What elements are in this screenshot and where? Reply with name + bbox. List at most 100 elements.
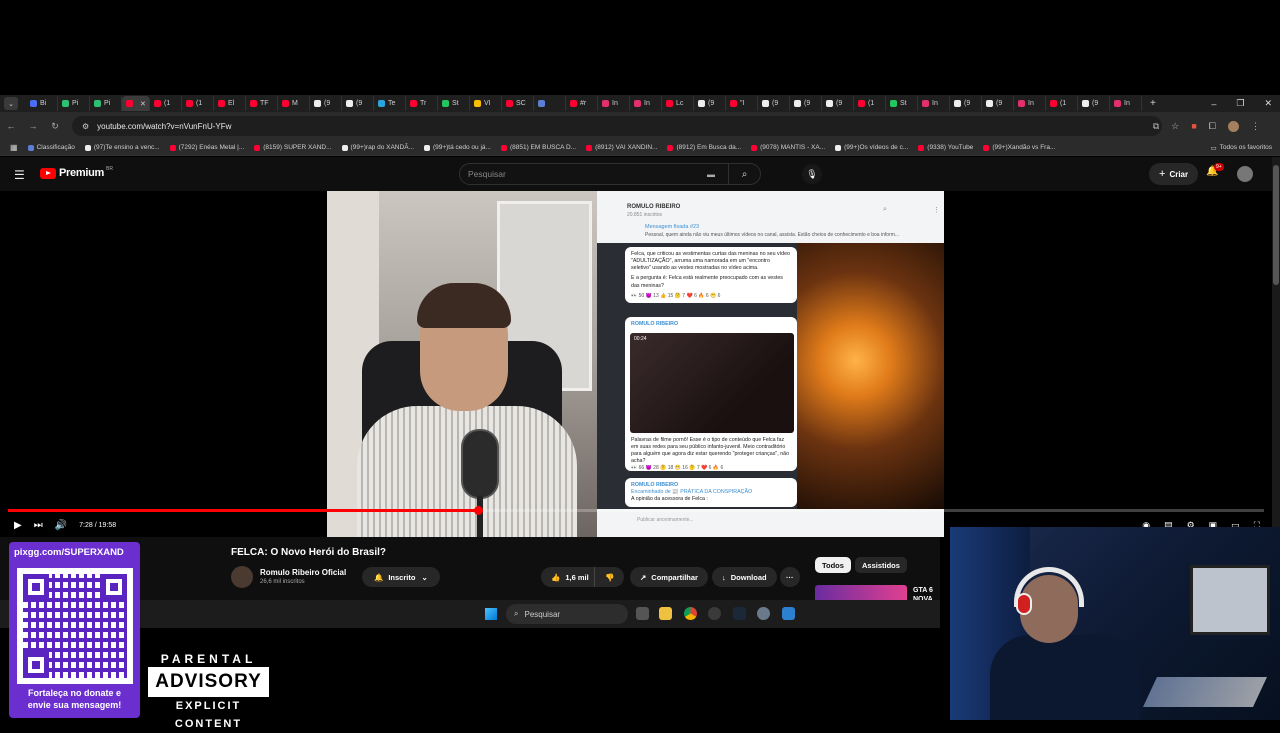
close-tab-icon[interactable]: ✕ [140,100,146,108]
bookmark-item[interactable]: (9078) MANTIS - XA... [751,144,825,151]
omnibox[interactable]: ⚙ youtube.com/watch?v=nVunFnU-YFw [72,116,1162,136]
search-icon[interactable]: ⌕ [728,164,760,184]
chip-all[interactable]: Todos [815,557,851,573]
bookmark-item[interactable]: (7292) Enéas Metal |... [169,144,244,151]
play-icon[interactable]: ▶ [14,520,22,531]
close-window-button[interactable]: ✕ [1264,98,1272,109]
mic-icon[interactable]: 🎙 [802,164,822,184]
scrollbar-thumb[interactable] [1273,165,1279,285]
bookmark-item[interactable]: (99+)rap do XANDÃ... [341,144,414,151]
bookmark-item[interactable]: (8851) EM BUSCA D... [500,144,576,151]
browser-tab[interactable]: Pi [90,96,122,111]
browser-tab[interactable]: (9 [758,96,790,111]
app-icon[interactable] [782,607,795,620]
taskbar-search[interactable]: ⌕ Pesquisar [506,604,628,624]
channel-avatar[interactable] [231,566,253,588]
browser-tab[interactable]: Bi [26,96,58,111]
browser-tab[interactable] [534,96,566,111]
account-avatar[interactable] [1237,166,1253,182]
browser-tab[interactable]: (9 [822,96,854,111]
task-view-icon[interactable] [636,607,649,620]
bookmark-item[interactable]: (97)Te ensino a venc... [84,144,160,151]
bookmark-item[interactable]: (9338) YouTube [918,144,973,151]
browser-tab[interactable]: #r [566,96,598,111]
browser-tab[interactable]: (1 [854,96,886,111]
settings-icon[interactable] [757,607,770,620]
profile-avatar[interactable] [1228,120,1239,132]
browser-tab[interactable]: (1 [150,96,182,111]
browser-tab[interactable]: "I [726,96,758,111]
create-button[interactable]: + Criar [1149,163,1199,185]
forward-icon[interactable]: → [22,121,44,131]
site-info-icon[interactable]: ⚙ [82,122,89,131]
extension-icon[interactable]: ■ [1191,121,1196,131]
maximize-button[interactable]: ❐ [1236,98,1244,109]
next-icon[interactable]: ⏭ [34,520,43,531]
bookmark-star-icon[interactable]: ☆ [1171,121,1179,132]
channel-name[interactable]: Romulo Ribeiro Oficial [260,568,346,577]
windows-start-icon[interactable] [485,608,497,620]
hamburger-menu-icon[interactable]: ☰ [14,168,25,182]
browser-tab[interactable]: In [630,96,662,111]
browser-tab[interactable]: (1 [1046,96,1078,111]
browser-tab[interactable]: In [1014,96,1046,111]
new-tab-button[interactable]: + [1150,98,1156,109]
browser-tab[interactable]: (9 [1078,96,1110,111]
browser-tab[interactable]: TF [246,96,278,111]
bookmark-item[interactable]: (99+)Os vídeos de c... [835,144,908,151]
browser-tab[interactable]: St [886,96,918,111]
more-actions-button[interactable]: ··· [780,567,800,587]
search-input[interactable]: Pesquisar ▬ ⌕ [459,163,761,185]
chrome-icon[interactable] [684,607,697,620]
install-app-icon[interactable]: ⧉ [1153,121,1159,132]
volume-icon[interactable]: 🔊 [55,520,67,531]
youtube-logo[interactable]: Premium BR [40,166,113,179]
browser-tab[interactable]: (9 [342,96,374,111]
bookmark-item[interactable]: (8912) Em Busca da... [667,144,741,151]
bookmark-item[interactable]: (99+)Xandão vs Fra... [983,144,1055,151]
keyboard-icon[interactable]: ▬ [707,170,715,179]
progress-bar[interactable] [8,506,1264,515]
minimize-button[interactable]: – [1211,99,1216,109]
menu-dots-icon[interactable]: ⋮ [1251,121,1260,132]
browser-tab[interactable]: (9 [950,96,982,111]
browser-tab[interactable]: Te [374,96,406,111]
browser-tab[interactable]: Lc [662,96,694,111]
reload-icon[interactable]: ↻ [44,121,66,132]
steam-icon[interactable] [733,607,746,620]
browser-tab[interactable]: (1 [182,96,214,111]
bookmark-item[interactable]: (8159) SUPER XAND... [254,144,332,151]
bookmark-item[interactable]: (8912) VAI XANDIN... [586,144,657,151]
browser-tab[interactable]: M [278,96,310,111]
browser-tab[interactable]: (9 [310,96,342,111]
url-text[interactable]: youtube.com/watch?v=nVunFnU-YFw [97,122,231,131]
browser-tab[interactable]: VI [470,96,502,111]
dislike-button[interactable]: 👎 [594,567,625,587]
browser-tab[interactable]: El [214,96,246,111]
browser-tab[interactable]: (9 [982,96,1014,111]
back-icon[interactable]: ← [0,121,22,131]
browser-tab[interactable]: In [918,96,950,111]
browser-tab[interactable]: Tr [406,96,438,111]
browser-tab[interactable]: (9 [694,96,726,111]
chip-watched[interactable]: Assistidos [855,557,907,573]
app-icon[interactable] [708,607,721,620]
all-bookmarks[interactable]: ▭ Todos os favoritos [1210,144,1272,152]
bookmark-item[interactable]: (99+)tá cedo ou já... [423,144,491,151]
video-player[interactable]: ROMULO RIBEIRO 20.851 inscritos Mensagem… [0,191,1272,537]
puzzle-icon[interactable]: ⧠ [1209,121,1216,132]
like-button[interactable]: 👍 1,6 mil [541,567,599,587]
browser-tab[interactable]: In [598,96,630,111]
apps-grid-icon[interactable]: ▦ [10,143,18,152]
download-button[interactable]: ↓ Download [712,567,777,587]
browser-tab[interactable]: SC [502,96,534,111]
browser-tab[interactable]: Pi [58,96,90,111]
browser-tab[interactable]: ✕ [122,96,150,111]
file-explorer-icon[interactable] [659,607,672,620]
bookmark-item[interactable]: Classificação [27,144,75,151]
browser-tab[interactable]: In [1110,96,1142,111]
browser-tab[interactable]: St [438,96,470,111]
subscribed-button[interactable]: 🔔 Inscrito ⌄ [362,567,440,587]
share-button[interactable]: ↗ Compartilhar [630,567,708,587]
browser-tab[interactable]: (9 [790,96,822,111]
